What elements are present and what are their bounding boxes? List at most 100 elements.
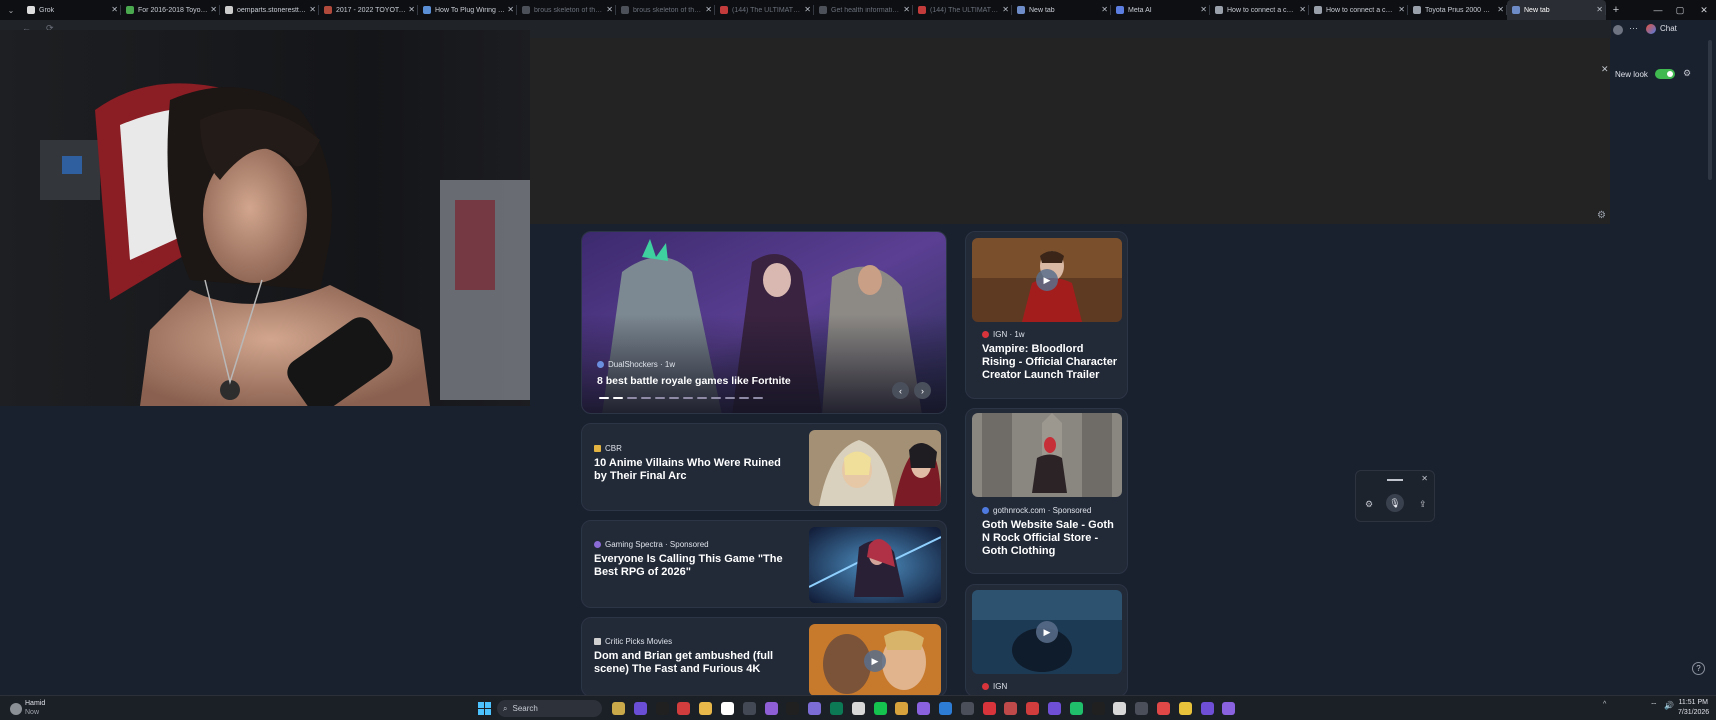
- taskbar-search-box[interactable]: ⌕ Search: [497, 700, 602, 717]
- tab-close-icon[interactable]: ✕: [507, 5, 514, 14]
- news-card[interactable]: CBR 10 Anime Villains Who Were Ruined by…: [581, 423, 947, 511]
- taskbar-app-icon[interactable]: [1069, 702, 1083, 715]
- video-card[interactable]: ▶ IGN: [965, 584, 1128, 697]
- help-icon[interactable]: ?: [1692, 662, 1705, 675]
- taskbar-app-icon[interactable]: [851, 702, 865, 715]
- more-options-icon[interactable]: ⋯: [1629, 23, 1638, 34]
- browser-tab[interactable]: Meta AI ✕: [1111, 0, 1210, 20]
- close-icon[interactable]: ✕: [1601, 64, 1609, 75]
- browser-tab[interactable]: How to connect a car light✕: [1309, 0, 1408, 20]
- taskbar-app-icon[interactable]: [873, 702, 887, 715]
- carousel-dot[interactable]: [613, 397, 623, 399]
- taskbar-app-icon[interactable]: [1004, 702, 1018, 715]
- new-look-toggle[interactable]: [1655, 69, 1675, 79]
- carousel-dot[interactable]: [627, 397, 637, 399]
- carousel-dot[interactable]: [739, 397, 749, 399]
- taskbar-app-icon[interactable]: [830, 702, 843, 715]
- taskbar-app-icon[interactable]: [895, 702, 909, 715]
- user-avatar[interactable]: [10, 703, 22, 715]
- card-headline[interactable]: Everyone Is Calling This Game "The Best …: [594, 553, 794, 579]
- play-icon[interactable]: ▶: [1036, 621, 1058, 643]
- taskbar-app-icon[interactable]: [1157, 702, 1170, 715]
- chat-label[interactable]: Chat: [1660, 24, 1677, 33]
- news-card[interactable]: Critic Picks Movies Dom and Brian get am…: [581, 617, 947, 697]
- windows-start-icon[interactable]: [478, 702, 491, 715]
- taskbar-app-icon[interactable]: [1113, 702, 1127, 715]
- taskbar-app-icon[interactable]: [1026, 702, 1040, 715]
- taskbar-app-icon[interactable]: [1178, 702, 1192, 715]
- volume-icon[interactable]: 🔊: [1664, 701, 1674, 710]
- tab-close-icon[interactable]: ✕: [804, 5, 811, 14]
- settings-gear-icon[interactable]: ⚙: [1597, 210, 1606, 221]
- carousel-dot[interactable]: [669, 397, 679, 399]
- taskbar-app-icon[interactable]: [917, 702, 931, 715]
- tab-close-icon[interactable]: ✕: [1002, 5, 1009, 14]
- carousel-dot[interactable]: [683, 397, 693, 399]
- taskbar-app-icon[interactable]: [1091, 702, 1105, 715]
- browser-tab[interactable]: brous skeleton of the lutfi✕: [517, 0, 616, 20]
- avatar[interactable]: [1613, 25, 1623, 35]
- tab-close-icon[interactable]: ✕: [309, 5, 316, 14]
- hero-headline[interactable]: 8 best battle royale games like Fortnite: [597, 375, 837, 388]
- tab-close-icon[interactable]: ✕: [1398, 5, 1405, 14]
- card-headline[interactable]: Vampire: Bloodlord Rising - Official Cha…: [982, 343, 1118, 382]
- card-headline[interactable]: Goth Website Sale - Goth N Rock Official…: [982, 519, 1118, 558]
- news-card[interactable]: Gaming Spectra · Sponsored Everyone Is C…: [581, 520, 947, 608]
- tab-menu-chevron-icon[interactable]: ⌄: [0, 0, 22, 20]
- taskbar-app-icon[interactable]: [764, 702, 778, 715]
- browser-tab[interactable]: New tab ✕: [1507, 0, 1606, 20]
- carousel-dot[interactable]: [711, 397, 721, 399]
- video-card[interactable]: ▶ IGN · 1w Vampire: Bloodlord Rising - O…: [965, 231, 1128, 399]
- tab-close-icon[interactable]: ✕: [903, 5, 910, 14]
- taskbar-app-icon[interactable]: [721, 702, 734, 715]
- close-icon[interactable]: ✕: [1421, 474, 1428, 483]
- taskbar-app-icon[interactable]: [677, 702, 691, 715]
- taskbar-app-icon[interactable]: [808, 702, 822, 715]
- taskbar-app-icon[interactable]: [1048, 702, 1061, 715]
- browser-tab[interactable]: Toyota Prius 2000 Car light✕: [1408, 0, 1507, 20]
- tab-close-icon[interactable]: ✕: [1299, 5, 1306, 14]
- settings-icon[interactable]: ⚙: [1365, 499, 1373, 510]
- browser-tab[interactable]: Get health information on✕: [814, 0, 913, 20]
- browser-tab[interactable]: For 2016-2018 Toyota Prius✕: [121, 0, 220, 20]
- taskbar-app-icon[interactable]: [742, 702, 756, 715]
- clock-time[interactable]: 11:51 PM: [1678, 699, 1708, 706]
- system-tray-chevron-icon[interactable]: ^: [1603, 701, 1606, 708]
- carousel-dot[interactable]: [641, 397, 651, 399]
- browser-tab[interactable]: (144) The ULTIMATE Skinc✕: [715, 0, 814, 20]
- taskbar-app-icon[interactable]: [786, 702, 800, 715]
- taskbar-app-icon[interactable]: [1200, 702, 1214, 715]
- close-window-button[interactable]: ✕: [1686, 0, 1716, 20]
- play-icon[interactable]: ▶: [864, 650, 886, 672]
- taskbar-app-icon[interactable]: [939, 702, 952, 715]
- browser-tab[interactable]: oemparts.stoneresttoyota.c✕: [220, 0, 319, 20]
- tab-close-icon[interactable]: ✕: [1200, 5, 1207, 14]
- carousel-dot[interactable]: [599, 397, 609, 399]
- card-headline[interactable]: 10 Anime Villains Who Were Ruined by The…: [594, 457, 789, 483]
- hero-carousel-card[interactable]: DualShockers · 1w 8 best battle royale g…: [581, 231, 947, 414]
- tab-close-icon[interactable]: ✕: [1497, 5, 1504, 14]
- taskbar-app-icon[interactable]: [633, 702, 647, 715]
- tab-close-icon[interactable]: ✕: [1101, 5, 1108, 14]
- share-icon[interactable]: ⇪: [1419, 499, 1427, 510]
- tab-close-icon[interactable]: ✕: [210, 5, 217, 14]
- tab-close-icon[interactable]: ✕: [705, 5, 712, 14]
- drag-handle[interactable]: [1387, 479, 1403, 481]
- card-headline[interactable]: Dom and Brian get ambushed (full scene) …: [594, 650, 804, 676]
- carousel-dot[interactable]: [697, 397, 707, 399]
- tab-close-icon[interactable]: ✕: [606, 5, 613, 14]
- copilot-icon[interactable]: [1646, 24, 1656, 34]
- taskbar-app-icon[interactable]: [982, 702, 996, 715]
- browser-tab[interactable]: brous skeleton of the lutfi✕: [616, 0, 715, 20]
- microphone-icon[interactable]: 🎙: [1386, 494, 1404, 512]
- browser-tab[interactable]: 2017 - 2022 TOYOTA PRIUS✕: [319, 0, 418, 20]
- taskbar-app-icon[interactable]: [655, 702, 669, 715]
- scrollbar-thumb[interactable]: [1708, 40, 1712, 180]
- browser-tab[interactable]: Grok ✕: [22, 0, 121, 20]
- sponsored-card[interactable]: gothnrock.com · Sponsored Goth Website S…: [965, 408, 1128, 574]
- carousel-dot[interactable]: [655, 397, 665, 399]
- play-icon[interactable]: ▶: [1036, 269, 1058, 291]
- taskbar-app-icon[interactable]: [612, 702, 625, 715]
- taskbar-app-icon[interactable]: [699, 702, 713, 715]
- new-tab-button[interactable]: +: [1606, 4, 1626, 16]
